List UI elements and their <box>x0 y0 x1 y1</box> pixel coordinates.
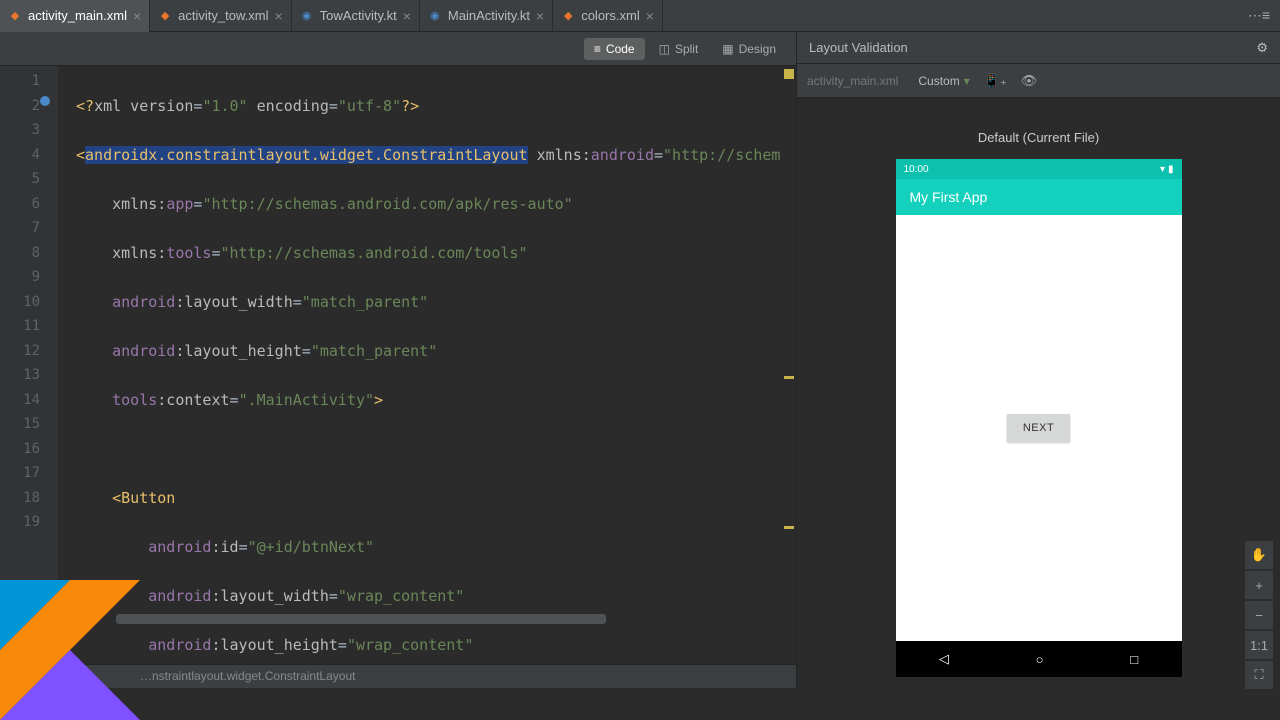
editor-toolbar: ≡ Code ◫ Split ▦ Design <box>0 32 796 66</box>
tab-colors[interactable]: ◆ colors.xml × <box>553 0 663 32</box>
close-icon[interactable]: × <box>646 8 654 24</box>
wifi-icon: ▾ <box>1160 164 1165 175</box>
tab-activity-main[interactable]: ◆ activity_main.xml × <box>0 0 150 32</box>
device-preview[interactable]: 10:00 ▾ ▮ My First App NEXT ◁ ○ □ <box>896 159 1182 677</box>
warning-marker-icon[interactable] <box>784 376 794 379</box>
validation-header: Layout Validation ⚙ <box>797 32 1280 64</box>
horizontal-scrollbar[interactable] <box>116 614 606 624</box>
design-view-button[interactable]: ▦ Design <box>712 38 786 60</box>
tabs-bar: ◆ activity_main.xml × ◆ activity_tow.xml… <box>0 0 1280 32</box>
close-icon[interactable]: × <box>403 8 411 24</box>
tab-activity-tow[interactable]: ◆ activity_tow.xml × <box>150 0 292 32</box>
close-icon[interactable]: × <box>536 8 544 24</box>
gutter-marker-icon[interactable] <box>40 96 50 106</box>
recents-icon[interactable]: □ <box>1130 652 1138 667</box>
warning-indicator-icon[interactable] <box>784 69 794 79</box>
layout-validation-pane: Layout Validation ⚙ activity_main.xml Cu… <box>796 32 1280 688</box>
zoom-in-icon[interactable]: + <box>1244 570 1274 600</box>
device-time: 10:00 <box>904 164 929 175</box>
next-button[interactable]: NEXT <box>1007 414 1070 442</box>
code-view-button[interactable]: ≡ Code <box>584 38 645 60</box>
tab-tow-activity[interactable]: ◉ TowActivity.kt × <box>292 0 420 32</box>
navigation-bar: ◁ ○ □ <box>896 641 1182 677</box>
custom-dropdown[interactable]: Custom ▾ <box>918 74 969 88</box>
close-icon[interactable]: × <box>133 8 141 24</box>
app-bar: My First App <box>896 179 1182 215</box>
xml-file-icon: ◆ <box>8 9 22 23</box>
status-bar: 10:00 ▾ ▮ <box>896 159 1182 179</box>
pan-icon[interactable]: ✋ <box>1244 540 1274 570</box>
tabs-menu-icon[interactable]: ⋯≡ <box>1238 7 1280 24</box>
code-icon: ≡ <box>594 42 601 56</box>
preview-label: Default (Current File) <box>978 130 1099 145</box>
device-content: NEXT <box>896 215 1182 641</box>
close-icon[interactable]: × <box>274 8 282 24</box>
line-gutter: 12345678910111213141516171819 <box>0 66 58 664</box>
tab-label: MainActivity.kt <box>448 8 530 23</box>
validation-file-label: activity_main.xml <box>807 74 898 88</box>
battery-icon: ▮ <box>1168 164 1174 175</box>
split-view-button[interactable]: ◫ Split <box>649 38 709 60</box>
tab-label: activity_main.xml <box>28 8 127 23</box>
design-icon: ▦ <box>722 42 733 56</box>
gear-icon[interactable]: ⚙ <box>1256 40 1268 56</box>
view-options-icon[interactable]: 👁 <box>1021 73 1038 89</box>
zoom-tools: ✋ + − 1:1 ⛶ <box>1244 540 1274 690</box>
back-icon[interactable]: ◁ <box>939 651 949 667</box>
tab-label: TowActivity.kt <box>320 8 397 23</box>
app-title: My First App <box>910 189 988 205</box>
code-editor[interactable]: <?xml version="1.0" encoding="utf-8"?> <… <box>58 66 796 664</box>
code-area: 12345678910111213141516171819 <?xml vers… <box>0 66 796 664</box>
tab-main-activity[interactable]: ◉ MainActivity.kt × <box>420 0 553 32</box>
tab-label: activity_tow.xml <box>178 8 268 23</box>
zoom-out-icon[interactable]: − <box>1244 600 1274 630</box>
add-device-icon[interactable]: 📱₊ <box>984 73 1007 89</box>
kotlin-file-icon: ◉ <box>300 9 314 23</box>
validation-toolbar: activity_main.xml Custom ▾ 📱₊ 👁 <box>797 64 1280 98</box>
xml-file-icon: ◆ <box>561 9 575 23</box>
split-icon: ◫ <box>659 42 670 56</box>
zoom-fit-icon[interactable]: ⛶ <box>1244 660 1274 690</box>
zoom-ratio-button[interactable]: 1:1 <box>1244 630 1274 660</box>
tab-label: colors.xml <box>581 8 640 23</box>
kotlin-logo-icon <box>0 580 140 720</box>
preview-area: Default (Current File) 10:00 ▾ ▮ My Firs… <box>797 98 1280 688</box>
kotlin-file-icon: ◉ <box>428 9 442 23</box>
validation-title: Layout Validation <box>809 40 908 55</box>
xml-file-icon: ◆ <box>158 9 172 23</box>
chevron-down-icon: ▾ <box>964 74 970 88</box>
warning-marker-icon[interactable] <box>784 526 794 529</box>
home-icon[interactable]: ○ <box>1036 652 1044 667</box>
